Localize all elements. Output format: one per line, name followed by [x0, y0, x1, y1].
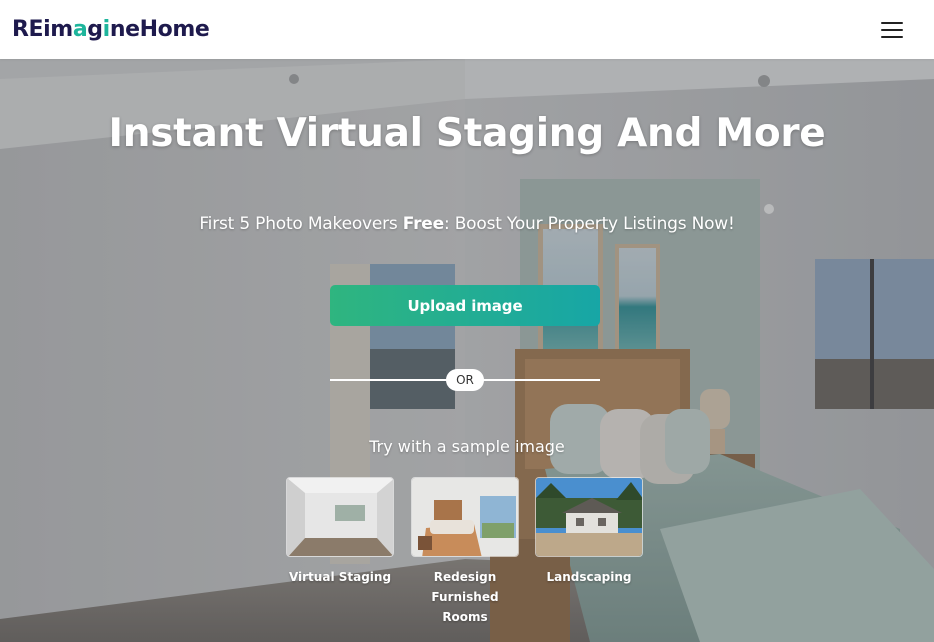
hero-subtitle: First 5 Photo Makeovers Free: Boost Your…	[0, 214, 934, 234]
hero-section: Instant Virtual Staging And More First 5…	[0, 59, 934, 642]
sample-caption: Virtual Staging	[288, 570, 392, 584]
logo-text-part2: g	[87, 17, 103, 42]
hero-content: Instant Virtual Staging And More First 5…	[0, 59, 934, 642]
hero-subtitle-free: Free	[402, 214, 444, 234]
logo-text-part3: neHome	[109, 17, 210, 42]
divider-line-right	[482, 379, 600, 381]
house-exterior-thumbnail[interactable]	[535, 477, 643, 557]
hero-title: Instant Virtual Staging And More	[108, 111, 826, 156]
or-divider: OR	[330, 369, 600, 391]
sample-caption: Redesign Furnished Rooms	[431, 570, 499, 624]
logo-text-accent2: i	[102, 17, 111, 42]
sample-images-heading: Try with a sample image	[369, 437, 565, 456]
or-label: OR	[446, 369, 484, 391]
empty-room-thumbnail[interactable]	[286, 477, 394, 557]
logo-text-part1: REim	[12, 17, 73, 42]
hero-subtitle-start: First 5 Photo Makeovers	[199, 214, 403, 234]
hero-subtitle-end: : Boost Your Property Listings Now!	[443, 214, 735, 234]
divider-line-left	[330, 379, 448, 381]
top-nav-bar: REimagineHome	[0, 0, 934, 59]
menu-bar	[881, 35, 903, 38]
sample-images: Virtual Staging Redesign Furnished Rooms	[286, 477, 646, 624]
menu-bar	[881, 21, 903, 24]
brand-logo[interactable]: REimagineHome	[12, 17, 210, 42]
sample-virtual-staging[interactable]: Virtual Staging	[286, 477, 394, 587]
logo-text-accent1: a	[72, 17, 88, 42]
upload-image-button[interactable]: Upload image	[330, 285, 600, 326]
sample-landscaping[interactable]: Landscaping	[535, 477, 643, 587]
bedroom-thumbnail[interactable]	[411, 477, 519, 557]
sample-caption: Landscaping	[546, 570, 632, 584]
hamburger-menu-icon[interactable]	[881, 21, 903, 38]
menu-bar	[881, 28, 903, 31]
sample-redesign-furnished[interactable]: Redesign Furnished Rooms	[411, 477, 519, 627]
